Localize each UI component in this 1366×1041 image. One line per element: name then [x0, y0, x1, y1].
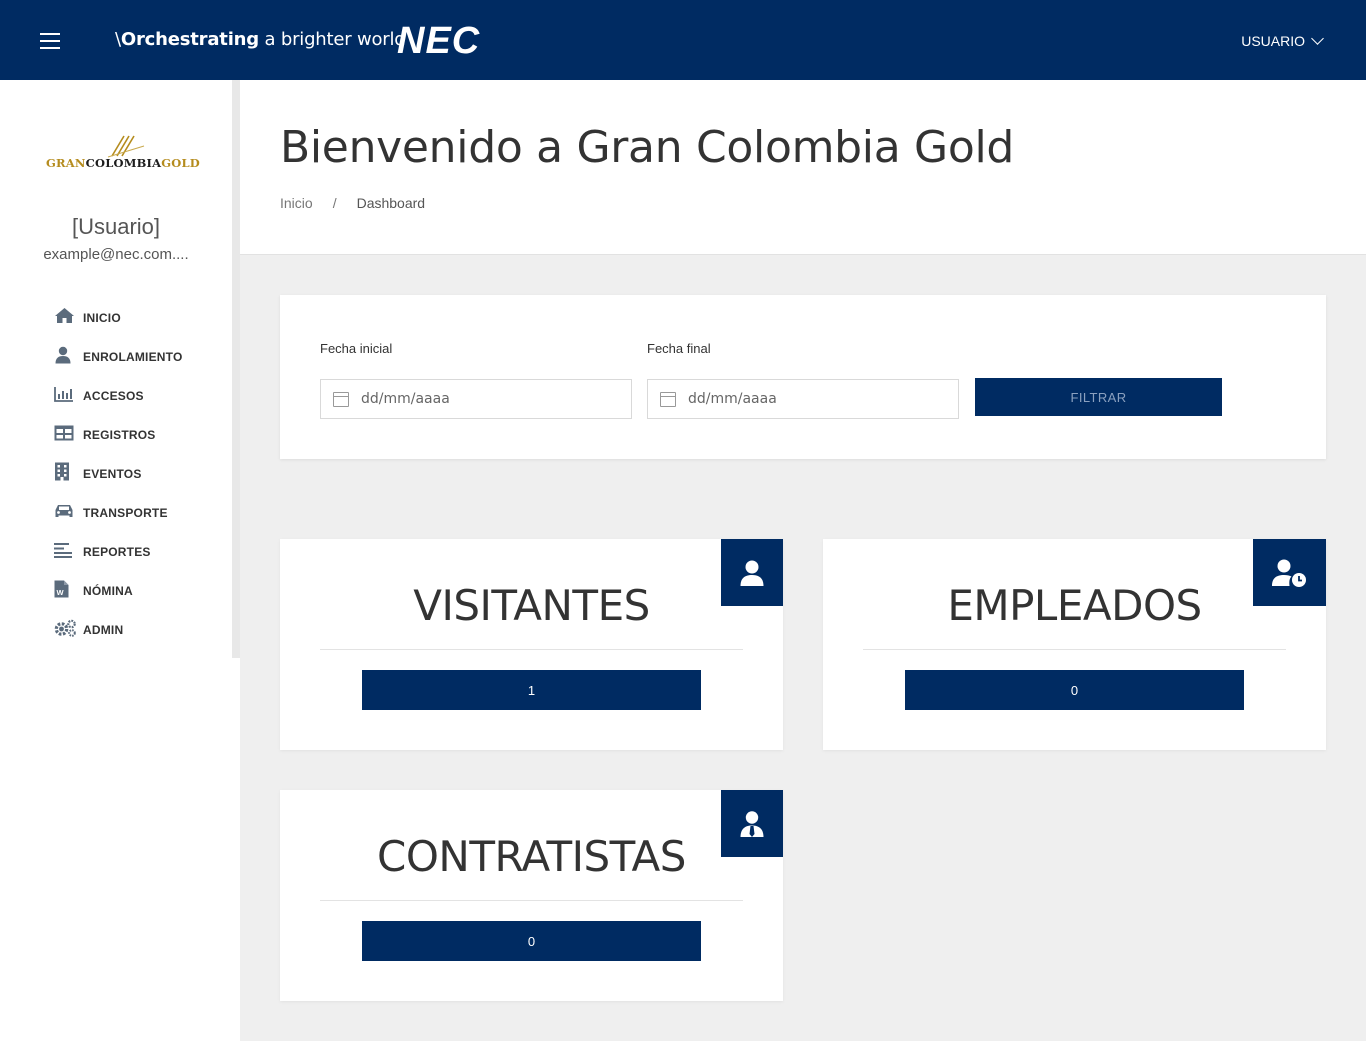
sidebar-item-admin[interactable]: ADMIN [54, 608, 183, 647]
calendar-icon[interactable] [660, 391, 676, 407]
home-icon [54, 306, 78, 326]
gold-stripes-icon [107, 135, 145, 158]
page-title: Bienvenido a Gran Colombia Gold [280, 122, 1015, 173]
chevron-down-icon [1311, 32, 1324, 45]
divider [320, 900, 743, 901]
sidebar: GRANCOLOMBIAGOLD [Usuario] example@nec.c… [0, 80, 240, 1041]
sidebar-user-name: [Usuario] [71, 214, 161, 239]
sidebar-item-label: NÓMINA [83, 583, 133, 598]
gran-colombia-gold-logo: GRANCOLOMBIAGOLD [46, 132, 200, 174]
hamburger-menu-icon[interactable] [40, 33, 60, 49]
sidebar-item-label: ADMIN [83, 622, 124, 637]
nec-logo: NEC [397, 20, 481, 62]
breadcrumb-separator: / [332, 195, 337, 211]
bar-chart-icon [54, 384, 78, 404]
building-icon [54, 462, 78, 482]
breadcrumb-current: Dashboard [356, 195, 426, 211]
contratistas-card: CONTRATISTAS 0 [280, 790, 783, 1001]
gears-icon [54, 618, 78, 638]
sidebar-nav: INICIO ENROLAMIENTO ACCESOS REGISTROS EV… [54, 296, 183, 647]
breadcrumb: Inicio / Dashboard [280, 195, 425, 211]
sidebar-item-label: REPORTES [83, 544, 151, 559]
sidebar-item-transporte[interactable]: TRANSPORTE [54, 491, 183, 530]
sidebar-item-reportes[interactable]: REPORTES [54, 530, 183, 569]
divider [863, 649, 1286, 650]
sidebar-item-enrolamiento[interactable]: ENROLAMIENTO [54, 335, 183, 374]
empleados-title: EMPLEADOS [947, 581, 1202, 630]
calendar-icon[interactable] [333, 391, 349, 407]
sidebar-item-inicio[interactable]: INICIO [54, 296, 183, 335]
table-icon [54, 423, 78, 443]
breadcrumb-home-link[interactable]: Inicio [280, 195, 313, 211]
sidebar-item-accesos[interactable]: ACCESOS [54, 374, 183, 413]
start-date-placeholder: dd/mm/aaaa [361, 391, 450, 407]
contratistas-title: CONTRATISTAS [377, 832, 686, 881]
sidebar-item-label: REGISTROS [83, 427, 156, 442]
nec-tagline: \Orchestrating a brighter world [115, 29, 406, 50]
end-date-placeholder: dd/mm/aaaa [688, 391, 777, 407]
end-date-input[interactable]: dd/mm/aaaa [647, 379, 959, 419]
word-document-icon: W [54, 579, 78, 599]
empleados-count[interactable]: 0 [905, 670, 1244, 710]
filter-button[interactable]: FILTRAR [975, 378, 1222, 416]
sidebar-item-label: EVENTOS [83, 466, 142, 481]
visitantes-count[interactable]: 1 [362, 670, 701, 710]
contratistas-count[interactable]: 0 [362, 921, 701, 961]
sidebar-item-label: TRANSPORTE [83, 505, 168, 520]
visitantes-card: VISITANTES 1 [280, 539, 783, 750]
start-date-label: Fecha inicial [320, 341, 393, 356]
svg-text:W: W [57, 588, 65, 597]
sidebar-user-email: example@nec.com.... [43, 246, 189, 263]
user-menu-dropdown[interactable]: USUARIO [1241, 32, 1324, 49]
top-bar: \Orchestrating a brighter world NEC USUA… [0, 0, 1366, 80]
page-header: Bienvenido a Gran Colombia Gold Inicio /… [240, 80, 1366, 255]
list-icon [54, 540, 78, 560]
user-icon [54, 345, 78, 365]
sidebar-item-registros[interactable]: REGISTROS [54, 413, 183, 452]
sidebar-scrollbar[interactable] [232, 80, 240, 658]
sidebar-item-nomina[interactable]: W NÓMINA [54, 569, 183, 608]
divider [320, 649, 743, 650]
visitantes-title: VISITANTES [413, 581, 650, 630]
end-date-label: Fecha final [647, 341, 711, 356]
sidebar-item-label: INICIO [83, 310, 121, 325]
sidebar-item-eventos[interactable]: EVENTOS [54, 452, 183, 491]
start-date-input[interactable]: dd/mm/aaaa [320, 379, 632, 419]
empleados-card: EMPLEADOS 0 [823, 539, 1326, 750]
car-icon [54, 501, 78, 521]
user-menu-label: USUARIO [1241, 33, 1305, 49]
sidebar-item-label: ACCESOS [83, 388, 144, 403]
date-filter-card: Fecha inicial dd/mm/aaaa Fecha final dd/… [280, 295, 1326, 459]
sidebar-item-label: ENROLAMIENTO [83, 349, 183, 364]
